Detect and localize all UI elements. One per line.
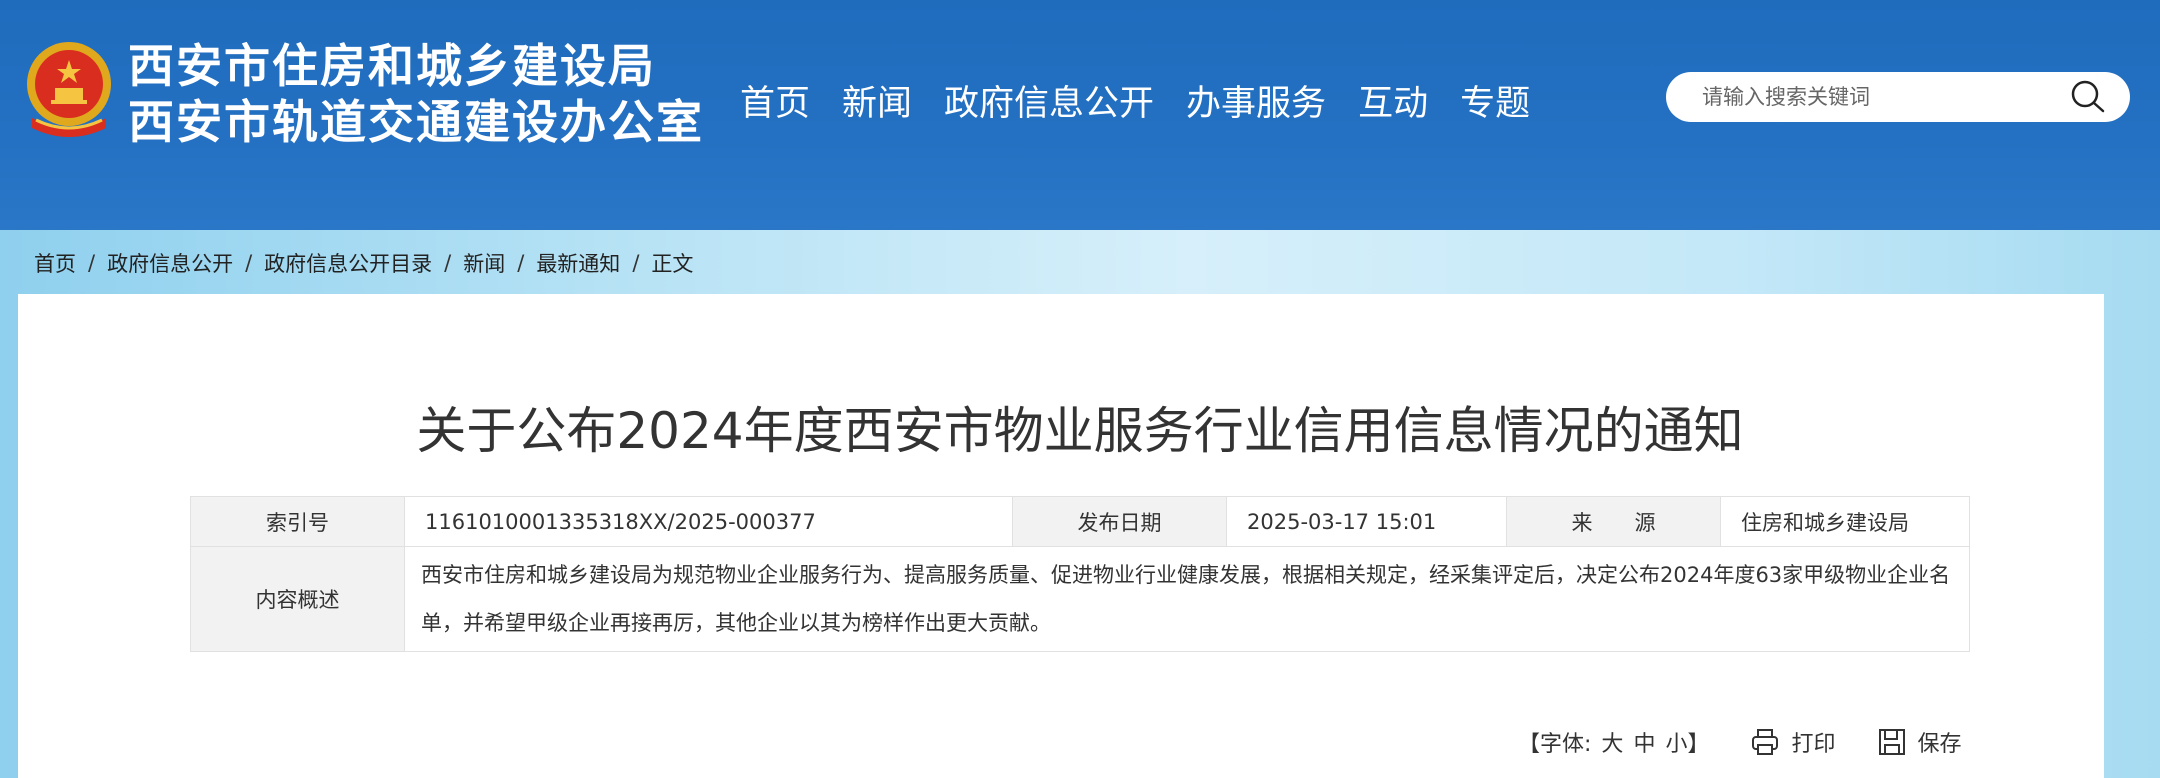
breadcrumb-separator: / (245, 251, 253, 275)
save-button[interactable]: 保存 (1876, 726, 1962, 758)
site-header: 西安市住房和城乡建设局 西安市轨道交通建设办公室 首页 新闻 政府信息公开 办事… (0, 0, 2160, 230)
nav-item-services[interactable]: 办事服务 (1186, 78, 1326, 130)
main-nav: 首页 新闻 政府信息公开 办事服务 互动 专题 (740, 78, 1562, 130)
save-label: 保存 (1917, 732, 1962, 757)
font-size-label: 【字体: (1518, 732, 1592, 757)
meta-source-label: 来 源 (1506, 496, 1721, 547)
meta-summary-value: 西安市住房和城乡建设局为规范物业企业服务行为、提高服务质量、促进物业行业健康发展… (404, 546, 1970, 652)
breadcrumb: 首页 / 政府信息公开 / 政府信息公开目录 / 新闻 / 最新通知 / 正文 (34, 248, 693, 278)
breadcrumb-separator: / (632, 251, 640, 275)
breadcrumb-latest-notice[interactable]: 最新通知 (536, 248, 620, 278)
font-size-small[interactable]: 小 (1665, 726, 1687, 758)
nav-item-gov-info[interactable]: 政府信息公开 (944, 78, 1154, 130)
nav-item-home[interactable]: 首页 (740, 78, 810, 130)
meta-index-value: 1161010001335318XX/2025-000377 (404, 496, 1013, 547)
breadcrumb-gov-info[interactable]: 政府信息公开 (107, 248, 233, 278)
meta-row: 内容概述 西安市住房和城乡建设局为规范物业企业服务行为、提高服务质量、促进物业行… (190, 546, 1970, 652)
article-title: 关于公布2024年度西安市物业服务行业信用信息情况的通知 (416, 402, 1744, 460)
site-title-line2: 西安市轨道交通建设办公室 (128, 95, 704, 149)
search-icon[interactable] (2068, 77, 2108, 117)
printer-icon (1752, 729, 1779, 755)
nav-item-topics[interactable]: 专题 (1460, 78, 1530, 130)
meta-source-value: 住房和城乡建设局 (1720, 496, 1970, 547)
national-emblem-icon[interactable] (22, 40, 116, 140)
nav-item-news[interactable]: 新闻 (842, 78, 912, 130)
search-box (1666, 72, 2130, 122)
meta-date-label: 发布日期 (1012, 496, 1227, 547)
search-input[interactable] (1702, 85, 2068, 109)
site-title-line1: 西安市住房和城乡建设局 (128, 39, 656, 93)
print-label: 打印 (1791, 732, 1836, 757)
article-tools: 【字体: 大 中 小 】 打印 保存 (1518, 726, 1962, 758)
meta-index-label: 索引号 (190, 496, 405, 547)
breadcrumb-separator: / (517, 251, 525, 275)
breadcrumb-separator: / (88, 251, 96, 275)
nav-item-interaction[interactable]: 互动 (1358, 78, 1428, 130)
font-size-medium[interactable]: 中 (1633, 726, 1655, 758)
meta-summary-label: 内容概述 (190, 546, 405, 652)
meta-row: 索引号 1161010001335318XX/2025-000377 发布日期 … (190, 496, 1970, 547)
breadcrumb-home[interactable]: 首页 (34, 248, 76, 278)
meta-date-value: 2025-03-17 15:01 (1226, 496, 1507, 547)
breadcrumb-gov-info-catalog[interactable]: 政府信息公开目录 (264, 248, 432, 278)
font-size-large[interactable]: 大 (1601, 726, 1623, 758)
breadcrumb-separator: / (444, 251, 452, 275)
article-meta-table: 索引号 1161010001335318XX/2025-000377 发布日期 … (190, 496, 1970, 652)
save-disk-icon (1878, 729, 1905, 755)
breadcrumb-current: 正文 (651, 252, 694, 276)
breadcrumb-news[interactable]: 新闻 (463, 248, 505, 278)
font-size-switcher: 【字体: 大 中 小 】 (1518, 726, 1709, 758)
print-button[interactable]: 打印 (1749, 726, 1836, 758)
site-title[interactable]: 西安市住房和城乡建设局 西安市轨道交通建设办公室 (128, 38, 704, 150)
font-size-bracket-close: 】 (1687, 732, 1710, 757)
